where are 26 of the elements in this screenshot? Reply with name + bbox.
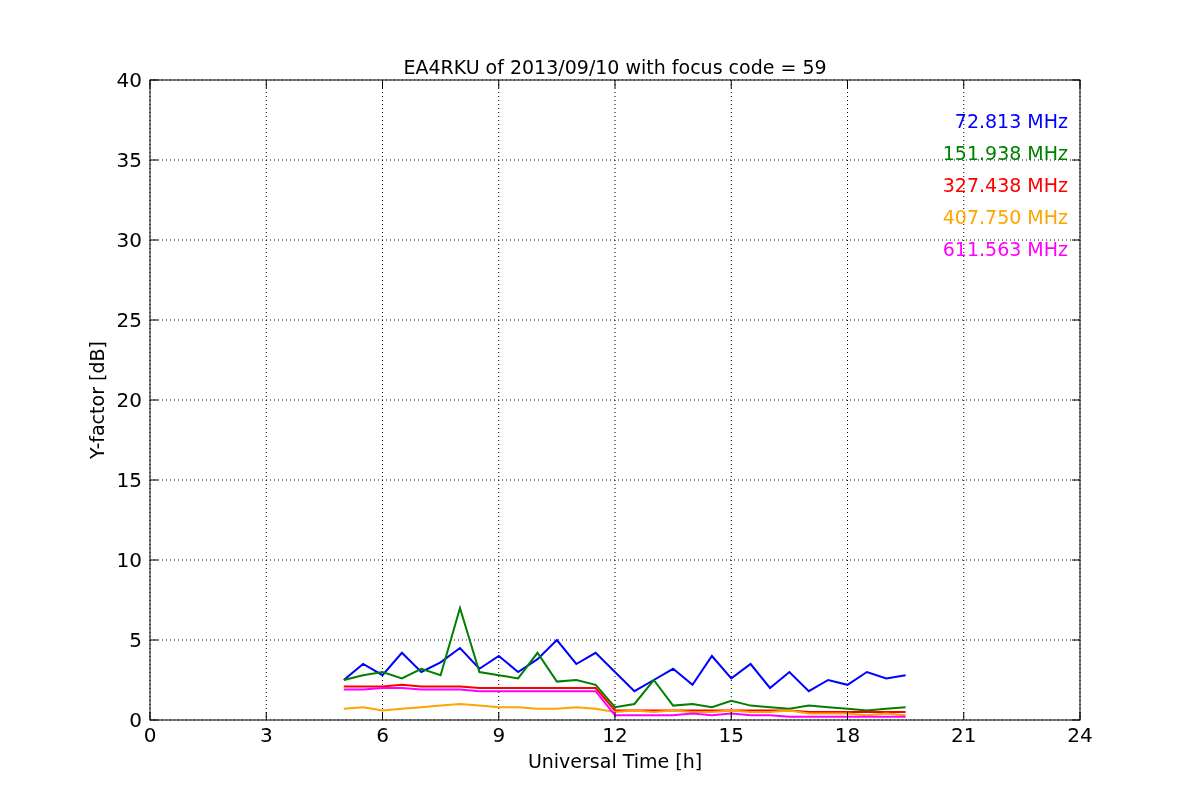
y-tick-label: 10 (116, 548, 142, 572)
x-tick-label: 3 (259, 723, 273, 747)
legend-label: 151.938 MHz (942, 142, 1068, 164)
y-tick-label: 15 (116, 468, 142, 492)
x-tick-label: 0 (143, 723, 157, 747)
legend-label: 327.438 MHz (942, 174, 1068, 196)
legend-label: 407.750 MHz (942, 206, 1068, 228)
y-tick-label: 25 (116, 308, 142, 332)
x-tick-label: 21 (951, 723, 977, 747)
legend-label: 611.563 MHz (942, 238, 1068, 260)
y-axis-label: Y-factor [dB] (86, 341, 108, 459)
y-tick-label: 0 (129, 708, 142, 732)
x-tick-label: 15 (718, 723, 744, 747)
y-tick-label: 35 (116, 148, 142, 172)
y-tick-label: 5 (129, 628, 142, 652)
x-tick-label: 12 (602, 723, 628, 747)
x-tick-label: 9 (492, 723, 506, 747)
x-tick-label: 6 (376, 723, 389, 747)
x-axis-label: Universal Time [h] (527, 750, 703, 772)
x-tick-label: 24 (1067, 723, 1093, 747)
chart-title: EA4RKU of 2013/09/10 with focus code = 59 (403, 56, 827, 78)
y-tick-label: 40 (116, 68, 142, 92)
y-tick-label: 20 (116, 388, 142, 412)
y-tick-label: 30 (116, 228, 142, 252)
x-tick-label: 18 (834, 723, 861, 747)
legend-label: 72.813 MHz (954, 110, 1068, 132)
